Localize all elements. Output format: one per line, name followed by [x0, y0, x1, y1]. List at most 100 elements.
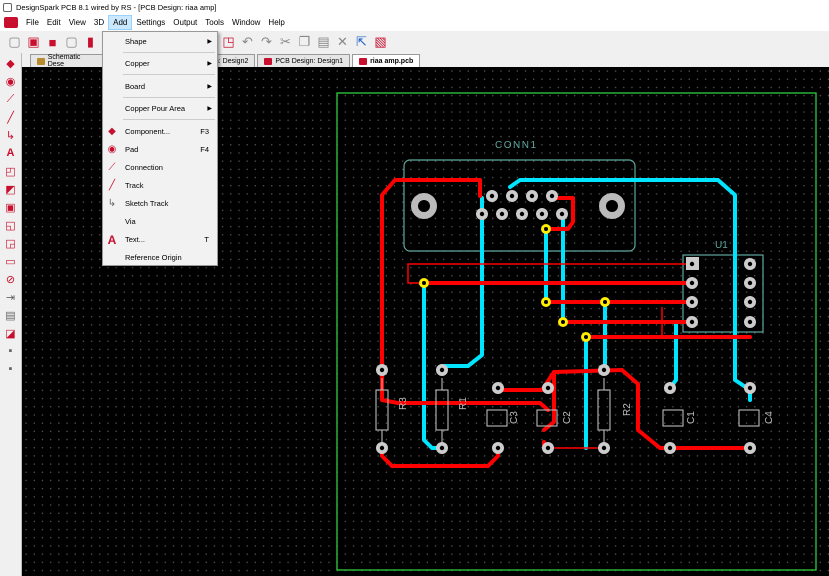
circle-tool-icon[interactable]: ⊘ [4, 272, 18, 286]
menu-item-label: Board [125, 82, 146, 91]
schematic-icon [37, 57, 45, 65]
copy-icon[interactable]: ❐ [296, 34, 313, 51]
menu-item-copper[interactable]: Copper ▶ [103, 55, 217, 72]
pad-icon: ◉ [107, 144, 117, 155]
submenu-arrow-icon: ▶ [207, 39, 212, 45]
menu-tools[interactable]: Tools [201, 15, 228, 30]
copper-tool-icon[interactable]: ◲ [4, 236, 18, 250]
select-icon[interactable]: ⇱ [353, 34, 370, 51]
paste-icon[interactable]: ▤ [315, 34, 332, 51]
menu-separator [123, 52, 215, 53]
menu-item-label: Component... [125, 127, 171, 136]
menu-item-label: Text... [125, 235, 146, 244]
menu-view[interactable]: View [65, 15, 90, 30]
pad-tool-icon[interactable]: ◉ [4, 74, 18, 88]
c4-body [738, 409, 760, 427]
menu-item-copper-pour-area[interactable]: Copper Pour Area ▶ [103, 100, 217, 117]
tab-design1[interactable]: PCB Design: Design1 [257, 54, 351, 67]
menu-edit[interactable]: Edit [43, 15, 65, 30]
left-toolbar: ◆ ◉ ⟋ ╱ ↳ A ◰ ◩ ▣ ◱ ◲ ▭ ⊘ ⇥ ▤ ◪ ▪ ▪ [0, 53, 22, 576]
menu-separator [123, 97, 215, 98]
menu-shortcut: F3 [200, 127, 209, 136]
redo-icon[interactable]: ↷ [258, 34, 275, 51]
menu-item-shape[interactable]: Shape ▶ [103, 33, 217, 50]
menu-settings[interactable]: Settings [132, 15, 169, 30]
menu-item-board[interactable]: Board ▶ [103, 78, 217, 95]
menu-item-reference-origin[interactable]: Reference Origin [103, 249, 217, 266]
blank-icon[interactable]: ▢ [63, 34, 80, 51]
design-icon[interactable]: ◳ [220, 34, 237, 51]
add-menu-dropdown: Shape ▶ Copper ▶ Board ▶ Copper Pour Are… [102, 31, 218, 266]
c1-label: C1 [686, 411, 697, 424]
misc2-tool-icon[interactable]: ▪ [4, 362, 18, 376]
sketch-track-tool-icon[interactable]: ↳ [4, 128, 18, 142]
line-tool-icon[interactable]: ◩ [4, 182, 18, 196]
r2-body [597, 389, 611, 431]
component-icon: ◆ [108, 126, 116, 137]
ruler-tool-icon[interactable]: ▤ [4, 308, 18, 322]
undo-icon[interactable]: ↶ [239, 34, 256, 51]
connection-tool-icon[interactable]: ⟋ [4, 92, 18, 106]
text-tool-icon[interactable]: A [4, 146, 18, 160]
pcb-icon [264, 57, 273, 65]
menu-separator [123, 74, 215, 75]
dimension-tool-icon[interactable]: ⇥ [4, 290, 18, 304]
menu-item-connection[interactable]: ⟋ Connection [103, 159, 217, 176]
menu-item-via[interactable]: Via [103, 213, 217, 230]
print-icon[interactable]: ▮ [82, 34, 99, 51]
bottom-copper-tracks [422, 178, 752, 450]
menu-item-text[interactable]: A Text... T [103, 231, 217, 248]
sketch-track-icon: ↳ [107, 198, 117, 209]
tab-schematic[interactable]: Schematic Dese [30, 54, 104, 68]
menu-item-label: Pad [125, 145, 139, 154]
r1-body [435, 389, 449, 431]
submenu-arrow-icon: ▶ [207, 106, 212, 112]
menu-item-sketch-track[interactable]: ↳ Sketch Track [103, 195, 217, 212]
open-file-icon[interactable]: ▣ [25, 34, 42, 51]
menu-item-label: Shape [125, 37, 147, 46]
r3-label: R3 [398, 397, 409, 410]
shape-tool-icon[interactable]: ◰ [4, 164, 18, 178]
track-tool-icon[interactable]: ╱ [4, 110, 18, 124]
polygon-tool-icon[interactable]: ◱ [4, 218, 18, 232]
menu-file[interactable]: File [22, 15, 43, 30]
tab-label: PCB Design: Design1 [275, 57, 344, 65]
menu-item-label: Copper [125, 59, 150, 68]
menu-item-component[interactable]: ◆ Component... F3 [103, 123, 217, 140]
menu-help[interactable]: Help [264, 15, 288, 30]
submenu-arrow-icon: ▶ [207, 84, 212, 90]
menu-add[interactable]: Add [108, 15, 133, 30]
c4-label: C4 [764, 411, 775, 424]
app-icon [3, 2, 12, 12]
new-file-icon[interactable]: ▢ [6, 34, 23, 51]
save-icon[interactable]: ■ [44, 34, 61, 51]
misc-tool-icon[interactable]: ▪ [4, 344, 18, 358]
tab-label: riaa amp.pcb [370, 57, 414, 65]
menu-shortcut: T [204, 235, 209, 244]
menu-output[interactable]: Output [169, 15, 201, 30]
window-title: DesignSpark PCB 8.1 wired by RS - [PCB D… [16, 2, 217, 12]
check-tool-icon[interactable]: ◪ [4, 326, 18, 340]
c3-body [486, 409, 508, 427]
component-tool-icon[interactable]: ◆ [4, 56, 18, 70]
cut-icon[interactable]: ✂ [277, 34, 294, 51]
rectangle-tool-icon[interactable]: ▣ [4, 200, 18, 214]
pcb-icon [359, 57, 368, 65]
zoom-area-icon[interactable]: ▧ [372, 34, 389, 51]
tab-riaa-amp[interactable]: riaa amp.pcb [352, 54, 421, 67]
c2-label: C2 [562, 411, 573, 424]
track-icon: ╱ [108, 180, 116, 191]
menu-shortcut: F4 [200, 145, 209, 154]
title-bar: DesignSpark PCB 8.1 wired by RS - [PCB D… [0, 0, 829, 14]
menu-item-track[interactable]: ╱ Track [103, 177, 217, 194]
menu-3d[interactable]: 3D [90, 15, 108, 30]
menu-item-label: Via [125, 217, 136, 226]
board-tool-icon[interactable]: ▭ [4, 254, 18, 268]
menu-separator [123, 119, 215, 120]
submenu-arrow-icon: ▶ [207, 61, 212, 67]
menu-item-label: Copper Pour Area [125, 104, 186, 113]
app-logo-icon [4, 17, 18, 28]
menu-window[interactable]: Window [228, 15, 264, 30]
delete-icon[interactable]: ✕ [334, 34, 351, 51]
menu-item-pad[interactable]: ◉ Pad F4 [103, 141, 217, 158]
